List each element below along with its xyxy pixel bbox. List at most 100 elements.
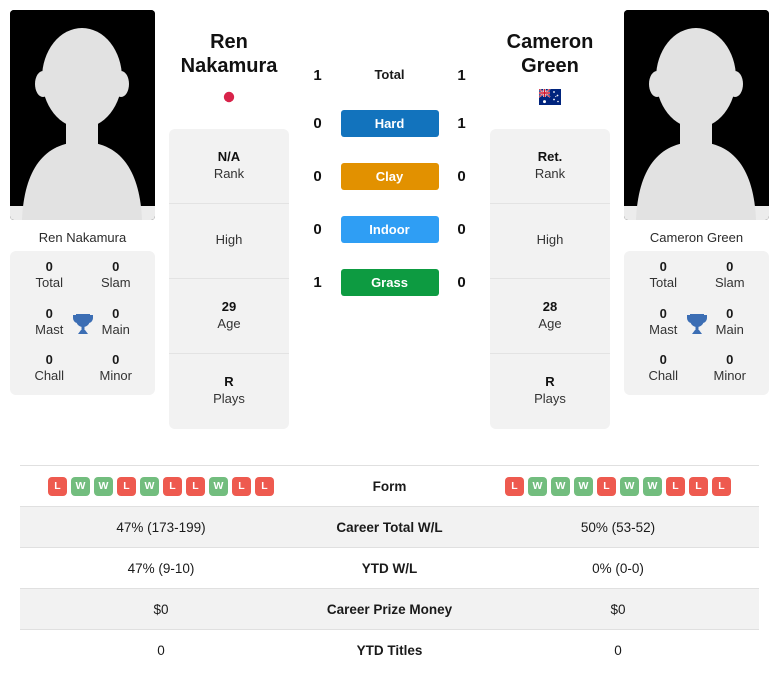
form-badge-loss: L: [186, 476, 205, 496]
left-titles-slam: 0 Slam: [100, 259, 131, 291]
left-career-wl: 47% (173-199): [20, 506, 302, 548]
surface-badge-hard[interactable]: Hard: [340, 110, 439, 137]
right-player-info-column: Cameron Green Ret. Rank High 28 Age R Pl…: [490, 10, 610, 429]
h2h-hard-left-score: 0: [313, 115, 322, 132]
h2h-total-left-score: 1: [313, 66, 322, 84]
right-ytd-titles: 0: [477, 629, 759, 671]
left-ytd-titles: 0: [20, 629, 302, 671]
form-badge-loss: L: [712, 476, 731, 496]
row-label-career-total-wl: Career Total W/L: [302, 506, 477, 548]
right-career-wl: 50% (53-52): [477, 506, 759, 548]
form-badge-loss: L: [117, 476, 136, 496]
table-row-form: LWWLWLLWLL Form LWWWLWWLLL: [20, 465, 759, 507]
surface-badge-grass[interactable]: Grass: [340, 269, 439, 296]
form-badge-win: W: [643, 476, 662, 496]
right-form-cell: LWWWLWWLLL: [477, 465, 759, 507]
right-info-card: Ret. Rank High 28 Age R Plays: [490, 128, 610, 429]
trophy-icon: [70, 311, 96, 337]
form-badge-win: W: [71, 476, 90, 496]
right-player-name: Cameron Green: [506, 31, 594, 78]
form-badge-loss: L: [666, 476, 685, 496]
right-titles-card: 0 Total 0 Slam 0 Mast 0 Main 0 Chall 0 M…: [624, 251, 769, 395]
table-row-ytd-wl: 47% (9-10) YTD W/L 0% (0-0): [20, 547, 759, 589]
left-player-name: Ren Nakamura: [180, 31, 278, 78]
form-badge-loss: L: [163, 476, 182, 496]
right-ytd-wl: 0% (0-0): [477, 547, 759, 589]
right-plays-row: R Plays: [534, 374, 566, 407]
australia-flag-icon: [539, 88, 561, 105]
h2h-clay-row: 0 Clay 0: [289, 163, 490, 190]
right-rank-row: Ret. Rank: [490, 129, 610, 204]
right-titles-slam: 0 Slam: [714, 259, 745, 291]
right-age-row: 28 Age: [490, 279, 610, 354]
surface-badge-clay[interactable]: Clay: [340, 163, 439, 190]
form-badge-loss: L: [48, 476, 67, 496]
left-player-caption: Ren Nakamura: [38, 230, 127, 245]
comparison-header: Ren Nakamura 0 Total 0 Slam 0 Mast 0 Mai…: [0, 0, 779, 465]
left-high-row: High: [169, 204, 289, 279]
player-silhouette-icon: [10, 10, 155, 220]
japan-flag-icon: [219, 88, 239, 105]
h2h-indoor-row: 0 Indoor 0: [289, 216, 490, 243]
left-player-info-column: Ren Nakamura N/A Rank High 29 Age R Play…: [169, 10, 289, 429]
form-badge-loss: L: [689, 476, 708, 496]
row-label-ytd-titles: YTD Titles: [302, 629, 477, 671]
left-titles-card: 0 Total 0 Slam 0 Mast 0 Main 0 Chall 0 M…: [10, 251, 155, 395]
right-player-photo-column: Cameron Green 0 Total 0 Slam 0 Mast 0 Ma…: [614, 10, 779, 395]
row-label-ytd-wl: YTD W/L: [302, 547, 477, 589]
table-row-ytd-titles: 0 YTD Titles 0: [20, 629, 759, 671]
player-stats-comparison-table: LWWLWLLWLL Form LWWWLWWLLL 47% (173-199)…: [20, 465, 759, 671]
left-titles-minor: 0 Minor: [99, 352, 132, 384]
h2h-grass-left-score: 1: [313, 274, 322, 291]
left-player-flag: [169, 88, 289, 107]
h2h-indoor-left-score: 0: [313, 221, 322, 238]
form-badge-win: W: [140, 476, 159, 496]
right-player-caption: Cameron Green: [649, 230, 744, 245]
trophy-icon: [684, 311, 710, 337]
right-player-flag: [490, 88, 610, 107]
h2h-grass-right-score: 0: [457, 274, 466, 291]
left-form-cell: LWWLWLLWLL: [20, 465, 302, 507]
right-titles-total: 0 Total: [649, 259, 677, 291]
h2h-hard-row: 0 Hard 1: [289, 110, 490, 137]
h2h-total-row: 1 Total 1: [289, 66, 490, 84]
row-label-career-prize-money: Career Prize Money: [302, 588, 477, 630]
left-ytd-wl: 47% (9-10): [20, 547, 302, 589]
left-rank-row: N/A Rank: [169, 129, 289, 204]
form-badge-win: W: [528, 476, 547, 496]
right-titles-chall: 0 Chall: [648, 352, 679, 384]
player-silhouette-icon: [624, 10, 769, 220]
form-badge-win: W: [574, 476, 593, 496]
form-badge-loss: L: [505, 476, 524, 496]
right-high-row: High: [490, 204, 610, 279]
head-to-head-column: 1 Total 1 0 Hard 1 0 Clay 0 0 Indoor 0 1…: [289, 10, 490, 322]
form-badge-win: W: [551, 476, 570, 496]
h2h-grass-row: 1 Grass 0: [289, 269, 490, 296]
form-badge-loss: L: [232, 476, 251, 496]
left-titles-chall: 0 Chall: [34, 352, 65, 384]
form-badge-win: W: [620, 476, 639, 496]
right-career-prize: $0: [477, 588, 759, 630]
h2h-hard-right-score: 1: [457, 115, 466, 132]
form-badge-win: W: [94, 476, 113, 496]
table-row-career-prize-money: $0 Career Prize Money $0: [20, 588, 759, 630]
right-form-strip: LWWWLWWLLL: [477, 476, 759, 496]
left-info-card: N/A Rank High 29 Age R Plays: [169, 128, 289, 429]
h2h-indoor-right-score: 0: [457, 221, 466, 238]
form-badge-loss: L: [597, 476, 616, 496]
left-titles-total: 0 Total: [35, 259, 63, 291]
form-badge-loss: L: [255, 476, 274, 496]
surface-badge-indoor[interactable]: Indoor: [340, 216, 439, 243]
h2h-clay-left-score: 0: [313, 168, 322, 185]
left-career-prize: $0: [20, 588, 302, 630]
h2h-total-right-score: 1: [457, 66, 466, 84]
table-row-career-total-wl: 47% (173-199) Career Total W/L 50% (53-5…: [20, 506, 759, 548]
row-label-form: Form: [302, 465, 477, 507]
h2h-clay-right-score: 0: [457, 168, 466, 185]
right-titles-minor: 0 Minor: [713, 352, 746, 384]
left-player-photo-column: Ren Nakamura 0 Total 0 Slam 0 Mast 0 Mai…: [0, 10, 165, 395]
left-plays-row: R Plays: [213, 374, 245, 407]
left-age-row: 29 Age: [169, 279, 289, 354]
h2h-total-label: Total: [374, 67, 405, 82]
left-form-strip: LWWLWLLWLL: [20, 476, 302, 496]
